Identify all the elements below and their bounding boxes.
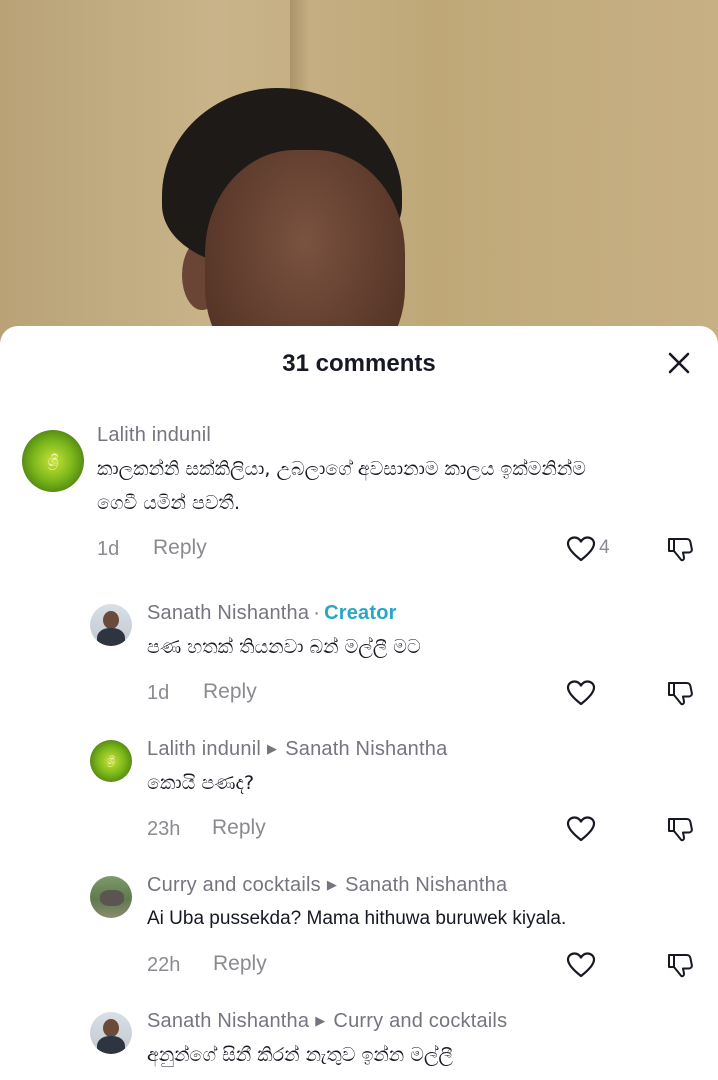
dislike-button[interactable]: [666, 679, 694, 707]
comment-text-line: Ai Uba pussekda? Mama hithuwa buruwek ki…: [147, 908, 567, 929]
like-button[interactable]: [566, 951, 596, 979]
comment-text-line: කොයි පණද?: [147, 772, 255, 794]
comment-timestamp: 1d: [147, 682, 170, 704]
comment-author[interactable]: Lalith indunil: [97, 424, 211, 447]
comment-text-line: පණ හතක් තියනවා බන් මල්ලී මට: [147, 636, 421, 658]
comments-header: 31 comments: [0, 326, 718, 402]
video-background[interactable]: [0, 0, 718, 345]
avatar-elephant: [100, 890, 124, 906]
author-name[interactable]: Sanath Nishantha: [147, 602, 309, 624]
reply-item: Sanath Nishantha · Creator පණ හතක් තියනවා …: [0, 600, 718, 710]
comment-author: Curry and cocktails ▶ Sanath Nishantha: [147, 874, 507, 897]
heart-outline-icon: [566, 816, 596, 842]
author-name[interactable]: Lalith indunil: [147, 738, 261, 760]
heart-outline-icon: [566, 536, 596, 562]
avatar[interactable]: ශ්‍රී: [22, 430, 84, 492]
comment-timestamp: 22h: [147, 954, 181, 976]
author-name[interactable]: Curry and cocktails: [147, 874, 321, 896]
like-button[interactable]: [566, 535, 596, 563]
like-button[interactable]: [566, 815, 596, 843]
dislike-button[interactable]: [666, 951, 694, 979]
reply-to-name[interactable]: Curry and cocktails: [333, 1010, 507, 1032]
like-button[interactable]: [566, 679, 596, 707]
comment-author: Sanath Nishantha ▶ Curry and cocktails: [147, 1010, 507, 1033]
close-button[interactable]: [664, 348, 694, 378]
heart-outline-icon: [566, 680, 596, 706]
comment-text: පණ හතක් තියනවා බන් මල්ලී මට: [147, 630, 421, 664]
comment-text: කාලකන්නි සක්කිලියා, උබලාගේ අවසානාම කාලය …: [97, 452, 586, 520]
reply-item: Sanath Nishantha ▶ Curry and cocktails අනු…: [0, 1008, 718, 1080]
thumbs-down-icon: [668, 818, 693, 842]
like-count: 4: [599, 537, 610, 558]
comment-text: අනුන්ගේ සිනී කිරන් නැතුව ඉන්න මල්ලී: [147, 1038, 453, 1072]
reply-button[interactable]: Reply: [203, 680, 257, 704]
comment-author: Sanath Nishantha · Creator: [147, 602, 397, 625]
author-name[interactable]: Sanath Nishantha: [147, 1010, 309, 1032]
avatar[interactable]: [90, 1012, 132, 1054]
comment-text-line: අනුන්ගේ සිනී කිරන් නැතුව ඉන්න මල්ලී: [147, 1044, 453, 1066]
avatar[interactable]: ශ්‍රී: [90, 740, 132, 782]
avatar[interactable]: [90, 604, 132, 646]
reply-to-arrow-icon: ▶: [315, 1013, 326, 1028]
avatar-logo-mark: ශ්‍රී: [107, 754, 115, 767]
reply-to-arrow-icon: ▶: [326, 877, 338, 892]
close-icon: [668, 352, 690, 374]
author-name[interactable]: Lalith indunil: [97, 424, 211, 446]
avatar-body: [97, 1036, 125, 1054]
dislike-button[interactable]: [666, 535, 694, 563]
comments-sheet: 31 comments ශ්‍රී Lalith indunil කාලකන්න…: [0, 326, 718, 1080]
avatar-logo-mark: ශ්‍රී: [47, 452, 59, 470]
comment-item: ශ්‍රී Lalith indunil කාලකන්නි සක්කිලියා,…: [0, 422, 718, 572]
comment-timestamp: 1d: [97, 538, 120, 560]
thumbs-down-icon: [668, 682, 693, 706]
comments-count-title: 31 comments: [282, 350, 436, 377]
comment-text: කොයි පණද?: [147, 766, 254, 800]
avatar-head: [103, 1019, 119, 1037]
reply-to-name[interactable]: Sanath Nishantha: [345, 874, 507, 896]
reply-to-name[interactable]: Sanath Nishantha: [285, 738, 447, 760]
dislike-button[interactable]: [666, 815, 694, 843]
comment-author: Lalith indunil ▶ Sanath Nishantha: [147, 738, 447, 761]
creator-badge: Creator: [324, 602, 397, 624]
reply-button[interactable]: Reply: [213, 952, 267, 976]
comment-timestamp: 23h: [147, 818, 181, 840]
thumbs-down-icon: [668, 538, 693, 562]
comment-text: Ai Uba pussekda? Mama hithuwa buruwek ki…: [147, 902, 566, 936]
reply-button[interactable]: Reply: [153, 536, 207, 560]
reply-item: Curry and cocktails ▶ Sanath Nishantha Ai …: [0, 872, 718, 982]
person-face: [205, 150, 405, 345]
comment-text-line: කාලකන්නි සක්කිලියා, උබලාගේ අවසානාම කාලය …: [97, 458, 586, 480]
comment-text-line: ගෙවී යමින් පවතී.: [97, 492, 241, 514]
avatar[interactable]: [90, 876, 132, 918]
reply-button[interactable]: Reply: [212, 816, 266, 840]
avatar-head: [103, 611, 119, 629]
avatar-body: [97, 628, 125, 646]
separator-dot: ·: [313, 602, 321, 624]
reply-item: ශ්‍රී Lalith indunil ▶ Sanath Nishantha කො…: [0, 736, 718, 846]
heart-outline-icon: [566, 952, 596, 978]
thumbs-down-icon: [668, 954, 693, 978]
reply-to-arrow-icon: ▶: [267, 741, 278, 756]
